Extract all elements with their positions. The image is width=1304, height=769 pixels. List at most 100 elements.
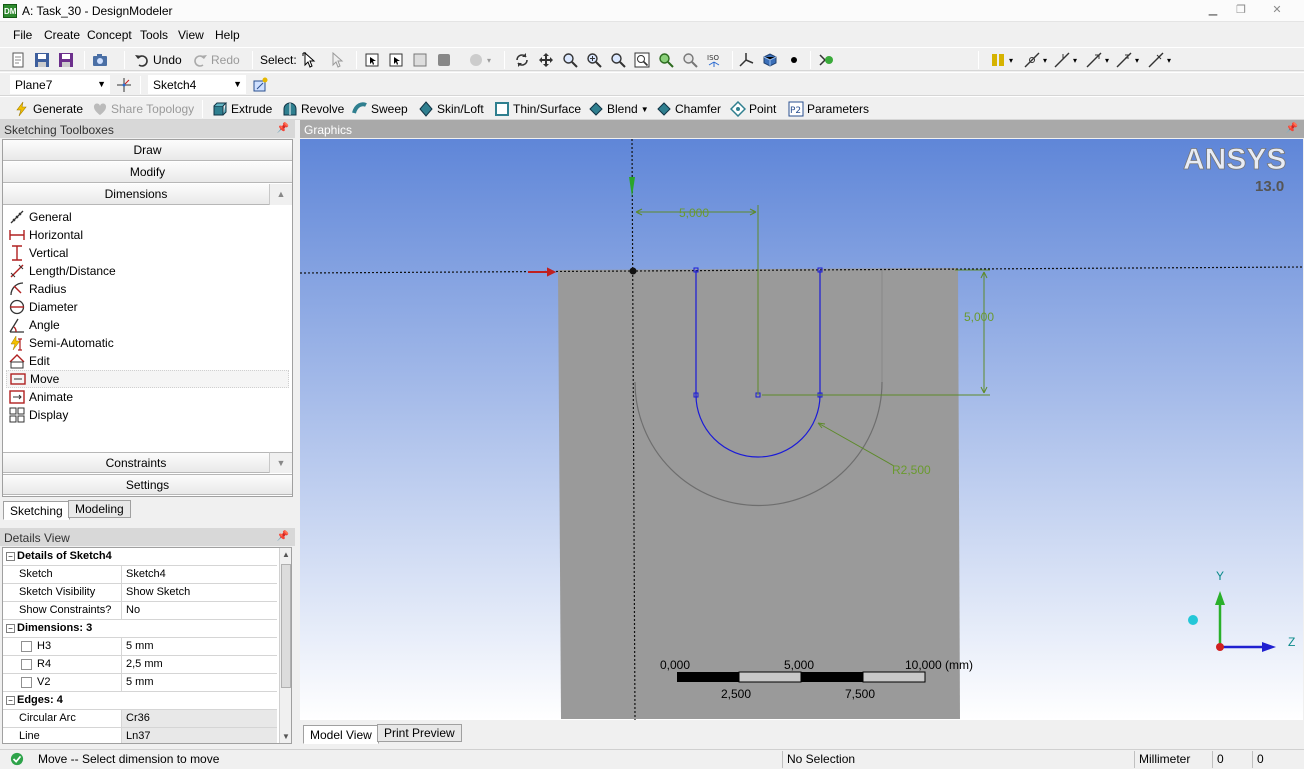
- menu-tools[interactable]: Tools: [140, 28, 168, 42]
- details-row-visibility[interactable]: Sketch Visibility Show Sketch: [3, 584, 277, 602]
- scroll-down-icon[interactable]: ▼: [269, 452, 292, 473]
- share-topology-button[interactable]: Share Topology: [92, 99, 194, 119]
- dimension-v-label[interactable]: 5,000: [964, 310, 994, 324]
- skin-loft-button[interactable]: Skin/Loft: [418, 99, 484, 119]
- toolbox-constraints[interactable]: Constraints: [3, 452, 269, 473]
- graphics-canvas[interactable]: 5,000 5,000 R2,500 ANSYS 13.0 0,000 5,00…: [300, 139, 1303, 720]
- extend-selection-icon[interactable]: ▾: [468, 50, 491, 70]
- tool-general[interactable]: General: [9, 208, 72, 226]
- tool-angle[interactable]: Angle: [9, 316, 60, 334]
- line-tool-2-icon[interactable]: ▾: [1054, 50, 1077, 70]
- details-row-line[interactable]: Line Ln37: [3, 728, 277, 743]
- r4-checkbox[interactable]: [21, 659, 32, 670]
- line-tool-3-icon[interactable]: ▾: [1086, 50, 1109, 70]
- v2-value[interactable]: 5 mm: [121, 674, 277, 691]
- menu-help[interactable]: Help: [215, 28, 240, 42]
- parameters-button[interactable]: P2 Parameters: [788, 99, 869, 119]
- select-face-icon[interactable]: [412, 50, 428, 70]
- undo-button[interactable]: Undo: [134, 50, 182, 70]
- menu-file[interactable]: File: [13, 28, 32, 42]
- select-body-icon[interactable]: [436, 50, 452, 70]
- tool-move[interactable]: Move: [6, 370, 289, 388]
- chamfer-button[interactable]: Chamfer: [656, 99, 721, 119]
- details-scroll-thumb[interactable]: [281, 564, 291, 688]
- tool-animate[interactable]: Animate: [9, 388, 73, 406]
- plane-combo[interactable]: Plane7 ▼: [10, 75, 110, 94]
- point-display-icon[interactable]: [786, 50, 802, 70]
- h3-value[interactable]: 5 mm: [121, 638, 277, 655]
- tool-radius[interactable]: Radius: [9, 280, 66, 298]
- details-row-arc[interactable]: Circular Arc Cr36: [3, 710, 277, 728]
- tool-display[interactable]: Display: [9, 406, 68, 424]
- thin-surface-button[interactable]: Thin/Surface: [494, 99, 581, 119]
- line-tool-5-icon[interactable]: ▾: [1148, 50, 1171, 70]
- tool-vertical[interactable]: Vertical: [9, 244, 68, 262]
- details-row-v2[interactable]: V2 5 mm: [3, 674, 277, 692]
- triad-icon[interactable]: [738, 50, 754, 70]
- rendering-icon[interactable]: [818, 50, 834, 70]
- tab-sketching[interactable]: Sketching: [3, 501, 70, 520]
- toolbox-modify[interactable]: Modify: [3, 162, 292, 183]
- toolbox-settings[interactable]: Settings: [3, 474, 292, 495]
- line-value[interactable]: Ln37: [121, 728, 277, 743]
- tool-edit[interactable]: Edit: [9, 352, 50, 370]
- sketch-combo[interactable]: Sketch4 ▼: [148, 75, 246, 94]
- select-cursor-icon[interactable]: [302, 50, 318, 70]
- menu-concept[interactable]: Concept: [87, 28, 132, 42]
- constraints-value[interactable]: No: [121, 602, 277, 619]
- new-icon[interactable]: [10, 50, 26, 70]
- zoom-icon[interactable]: [562, 50, 578, 70]
- scroll-down-icon[interactable]: ▼: [280, 732, 291, 741]
- tool-semi-automatic[interactable]: Semi-Automatic: [9, 334, 114, 352]
- tool-length-distance[interactable]: Length/Distance: [9, 262, 116, 280]
- collapse-icon[interactable]: −: [6, 552, 15, 561]
- select-mode-icon[interactable]: [330, 50, 346, 70]
- h3-checkbox[interactable]: [21, 641, 32, 652]
- details-row-constraints[interactable]: Show Constraints? No: [3, 602, 277, 620]
- revolve-button[interactable]: Revolve: [282, 99, 344, 119]
- details-group-edges[interactable]: − Edges: 4: [3, 692, 277, 710]
- line-tool-icon[interactable]: ▾: [1024, 50, 1047, 70]
- new-sketch-icon[interactable]: [252, 75, 268, 95]
- dimension-h-label[interactable]: 5,000: [679, 206, 709, 220]
- arc-value[interactable]: Cr36: [121, 710, 277, 727]
- save-as-icon[interactable]: [58, 50, 74, 70]
- new-plane-icon[interactable]: [116, 75, 132, 95]
- toolbox-dimensions[interactable]: Dimensions: [3, 184, 269, 205]
- details-scrollbar[interactable]: ▲ ▼: [279, 548, 291, 743]
- blend-button[interactable]: Blend ▼: [588, 99, 649, 119]
- collapse-icon[interactable]: −: [6, 624, 15, 633]
- pin-icon[interactable]: 📌: [1286, 123, 1298, 134]
- details-row-h3[interactable]: H3 5 mm: [3, 638, 277, 656]
- tab-modeling[interactable]: Modeling: [68, 500, 131, 518]
- scroll-up-icon[interactable]: ▲: [269, 184, 292, 205]
- close-button[interactable]: ✕: [1264, 2, 1290, 18]
- display-mode-icon[interactable]: [762, 50, 778, 70]
- save-icon[interactable]: [34, 50, 50, 70]
- details-group-sketch[interactable]: − Details of Sketch4: [3, 548, 277, 566]
- magnifier-gray-icon[interactable]: [682, 50, 698, 70]
- redo-button[interactable]: Redo: [192, 50, 240, 70]
- rotate-icon[interactable]: [514, 50, 530, 70]
- tab-model-view[interactable]: Model View: [303, 725, 379, 744]
- tab-print-preview[interactable]: Print Preview: [377, 724, 462, 742]
- zoom-to-fit-icon[interactable]: [610, 50, 626, 70]
- details-group-dimensions[interactable]: − Dimensions: 3: [3, 620, 277, 638]
- zoom-window-icon[interactable]: [634, 50, 650, 70]
- constraint-display-icon[interactable]: ▾: [990, 50, 1013, 70]
- tool-diameter[interactable]: Diameter: [9, 298, 78, 316]
- details-row-r4[interactable]: R4 2,5 mm: [3, 656, 277, 674]
- line-tool-4-icon[interactable]: ▾: [1116, 50, 1139, 70]
- magnifier-green-icon[interactable]: [658, 50, 674, 70]
- v2-checkbox[interactable]: [21, 677, 32, 688]
- pin-icon[interactable]: 📌: [277, 531, 289, 542]
- maximize-button[interactable]: ❐: [1228, 2, 1254, 18]
- pin-icon[interactable]: 📌: [277, 123, 289, 134]
- generate-button[interactable]: Generate: [14, 99, 83, 119]
- tool-horizontal[interactable]: Horizontal: [9, 226, 83, 244]
- graphics-viewport[interactable]: 5,000 5,000 R2,500 ANSYS 13.0 0,000 5,00…: [300, 139, 1303, 720]
- sketch-value[interactable]: Sketch4: [121, 566, 277, 583]
- visibility-value[interactable]: Show Sketch: [121, 584, 277, 601]
- toolbox-draw[interactable]: Draw: [3, 140, 292, 161]
- r4-value[interactable]: 2,5 mm: [121, 656, 277, 673]
